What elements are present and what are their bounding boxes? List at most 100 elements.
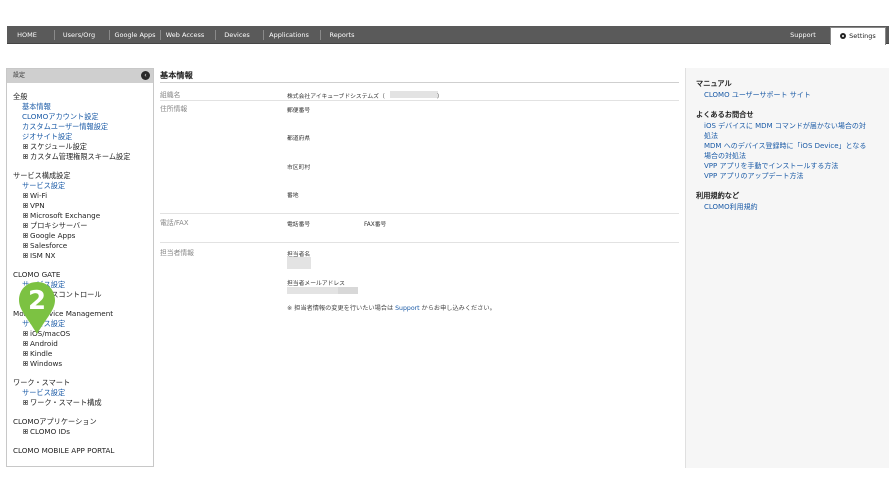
faq-link-mdm-command[interactable]: iOS デバイスに MDM コマンドが届かない場合の対 xyxy=(696,121,879,131)
tab-settings[interactable]: Settings xyxy=(830,27,886,45)
expand-plus-icon[interactable] xyxy=(23,223,28,228)
row-divider xyxy=(160,100,679,101)
sidebar-expandable-item[interactable]: ワーク・スマート構成 xyxy=(13,398,153,408)
contact-change-note: ※ 担当者情報の変更を行いたい場合は Support からお申し込みください。 xyxy=(287,303,496,312)
redacted-block xyxy=(338,287,358,294)
tab-home[interactable]: HOME xyxy=(7,26,47,44)
faq-link-ios-device-cont[interactable]: 場合の対処法 xyxy=(696,151,879,161)
top-nav: HOME Users/Org Google Apps Web Access De… xyxy=(7,26,889,45)
sidebar-link-item[interactable]: 基本情報 xyxy=(13,102,153,112)
sidebar-item-label: VPN xyxy=(30,201,45,210)
faq-link-vpp-install[interactable]: VPP アプリを手動でインストールする方法 xyxy=(696,161,879,171)
sidebar-item-label: Android xyxy=(30,339,58,348)
expand-plus-icon[interactable] xyxy=(23,341,28,346)
faq-link-ios-device[interactable]: MDM へのデバイス登録時に「iOS Device」となる xyxy=(696,141,879,151)
faq-link-mdm-command-cont[interactable]: 処法 xyxy=(696,131,879,141)
note-suffix: からお申し込みください。 xyxy=(419,305,496,312)
manual-title: マニュアル xyxy=(696,79,732,88)
collapse-left-icon[interactable]: ‹ xyxy=(141,71,150,80)
sidebar-item-label: サービス設定 xyxy=(22,181,66,190)
sidebar-item-label: ISM NX xyxy=(30,251,56,260)
sidebar-expandable-item[interactable]: CLOMO IDs xyxy=(13,427,153,437)
terms-title: 利用規約など xyxy=(696,191,740,200)
row-divider xyxy=(160,242,679,243)
sidebar-item-label: Microsoft Exchange xyxy=(30,211,101,220)
sidebar-group-title: CLOMO MOBILE APP PORTAL xyxy=(13,446,115,455)
sidebar-expandable-item[interactable]: Google Apps xyxy=(13,231,153,241)
expand-plus-icon[interactable] xyxy=(23,154,28,159)
sidebar-expandable-item[interactable]: Kindle xyxy=(13,349,153,359)
note-prefix: ※ 担当者情報の変更を行いたい場合は xyxy=(287,305,396,312)
sidebar-group-title: ワーク・スマート xyxy=(13,378,71,387)
expand-plus-icon[interactable] xyxy=(23,361,28,366)
row-divider xyxy=(160,213,679,214)
sidebar-link-item[interactable]: CLOMOアカウント設定 xyxy=(13,112,153,122)
sidebar-item-label: 基本情報 xyxy=(22,102,51,111)
expand-plus-icon[interactable] xyxy=(23,233,28,238)
sidebar-group-title: サービス構成設定 xyxy=(13,171,71,180)
sidebar-item-label: Windows xyxy=(30,359,63,368)
prefecture-label: 都道府県 xyxy=(287,136,311,142)
sidebar-link-item[interactable]: ジオサイト設定 xyxy=(13,132,153,142)
sidebar-expandable-item[interactable]: Windows xyxy=(13,359,153,369)
expand-plus-icon[interactable] xyxy=(23,144,28,149)
expand-plus-icon[interactable] xyxy=(23,400,28,405)
contact-email-label: 担当者メールアドレス xyxy=(287,281,345,287)
faq-link-vpp-update[interactable]: VPP アプリのアップデート方法 xyxy=(696,171,879,181)
sidebar-expandable-item[interactable]: VPN xyxy=(13,201,153,211)
sidebar-item-label: プロキシサーバー xyxy=(30,221,88,230)
sidebar-item-label: CLOMOアカウント設定 xyxy=(22,112,99,121)
sidebar-link-item[interactable]: サービス設定 xyxy=(13,181,153,191)
tab-web-access[interactable]: Web Access xyxy=(161,26,209,44)
sidebar-expandable-item[interactable]: ISM NX xyxy=(13,251,153,261)
manual-link[interactable]: CLOMO ユーザーサポート サイト xyxy=(696,90,879,100)
sidebar-group-title: CLOMO GATE xyxy=(13,270,61,279)
title-divider xyxy=(160,82,679,83)
sidebar-item-label: ワーク・スマート構成 xyxy=(30,398,102,407)
tab-google-apps[interactable]: Google Apps xyxy=(110,26,160,44)
org-name-close: ） xyxy=(437,94,443,100)
expand-plus-icon[interactable] xyxy=(23,351,28,356)
sidebar-expandable-item[interactable]: Android xyxy=(13,339,153,349)
expand-plus-icon[interactable] xyxy=(23,213,28,218)
expand-plus-icon[interactable] xyxy=(23,203,28,208)
tab-support[interactable]: Support xyxy=(784,26,822,44)
sidebar-item-label: Salesforce xyxy=(30,241,68,250)
address-label: 住所情報 xyxy=(160,105,188,113)
expand-plus-icon[interactable] xyxy=(23,193,28,198)
tab-reports[interactable]: Reports xyxy=(321,26,363,44)
sidebar-expandable-item[interactable]: Microsoft Exchange xyxy=(13,211,153,221)
expand-plus-icon[interactable] xyxy=(23,253,28,258)
sidebar-link-item[interactable]: カスタムユーザー情報設定 xyxy=(13,122,153,132)
redacted-block xyxy=(287,257,311,269)
sidebar-item-label: サービス設定 xyxy=(22,388,66,397)
sidebar-header-label: 設定 xyxy=(13,72,26,79)
sidebar-item-label: CLOMO IDs xyxy=(30,427,70,436)
org-name-label: 組織名 xyxy=(160,91,181,99)
sidebar-expandable-item[interactable]: Salesforce xyxy=(13,241,153,251)
tab-users-org[interactable]: Users/Org xyxy=(55,26,103,44)
sidebar-expandable-item[interactable]: プロキシサーバー xyxy=(13,221,153,231)
terms-link[interactable]: CLOMO利用規約 xyxy=(696,202,879,212)
settings-sidebar: 設定 ‹ 全般 基本情報 CLOMOアカウント設定 カスタムユーザー情報設定 ジオサイト… xyxy=(6,68,154,467)
help-panel: マニュアル CLOMO ユーザーサポート サイト よくあるお問合せ iOS デバ… xyxy=(685,68,889,468)
tab-applications[interactable]: Applications xyxy=(264,26,314,44)
phone-fax-label: 電話/FAX xyxy=(160,219,189,227)
sidebar-expandable-item[interactable]: Wi-Fi xyxy=(13,191,153,201)
sidebar-expandable-item[interactable]: カスタム管理権限スキーム設定 xyxy=(13,152,153,162)
fax-number-label: FAX番号 xyxy=(364,222,387,228)
city-label: 市区町村 xyxy=(287,165,311,171)
support-link[interactable]: Support xyxy=(395,305,419,312)
sidebar-group-title: CLOMOアプリケーション xyxy=(13,417,97,426)
tab-devices[interactable]: Devices xyxy=(216,26,258,44)
sidebar-link-item[interactable]: サービス設定 xyxy=(13,388,153,398)
page-title: 基本情報 xyxy=(160,70,193,80)
sidebar-group-title: 全般 xyxy=(13,92,28,101)
gear-icon xyxy=(840,32,847,39)
sidebar-item-label: スケジュール設定 xyxy=(30,142,87,151)
phone-number-label: 電話番号 xyxy=(287,222,311,228)
sidebar-expandable-item[interactable]: スケジュール設定 xyxy=(13,142,153,152)
expand-plus-icon[interactable] xyxy=(23,243,28,248)
expand-plus-icon[interactable] xyxy=(23,429,28,434)
sidebar-item-label: Wi-Fi xyxy=(30,191,48,200)
